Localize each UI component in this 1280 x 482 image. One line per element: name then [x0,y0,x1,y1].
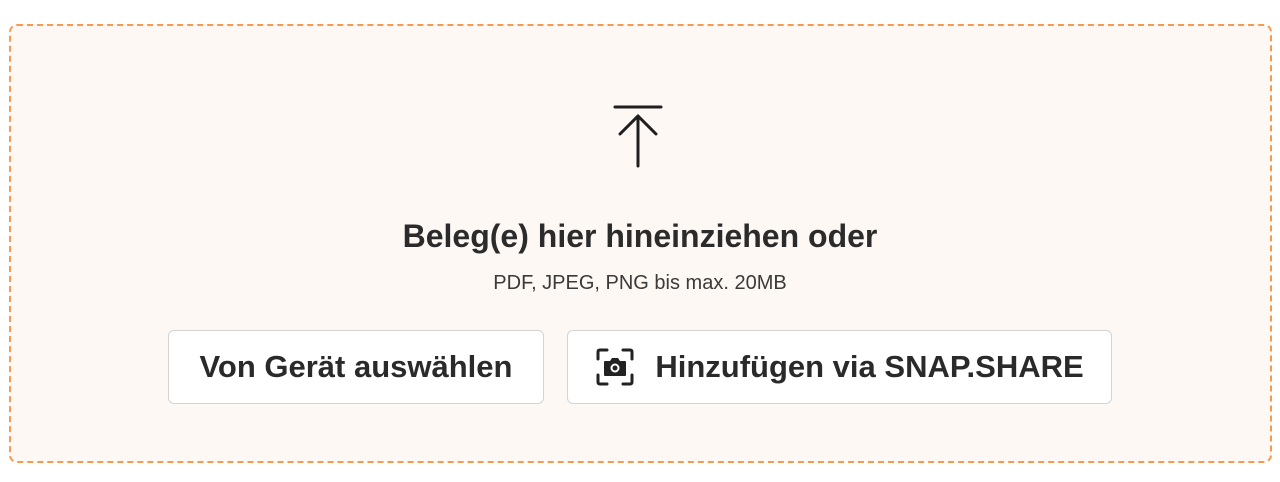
select-from-device-label: Von Gerät auswählen [199,349,513,384]
add-via-snapshare-label: Hinzufügen via SNAP.SHARE [655,349,1084,384]
file-format-hint: PDF, JPEG, PNG bis max. 20MB [493,272,787,294]
select-from-device-button[interactable]: Von Gerät auswählen [168,330,544,404]
dropzone-title: Beleg(e) hier hineinziehen oder [402,218,878,254]
camera-scan-icon [595,347,635,387]
add-via-snapshare-button[interactable]: Hinzufügen via SNAP.SHARE [567,330,1112,404]
upload-arrow-icon [612,104,664,170]
